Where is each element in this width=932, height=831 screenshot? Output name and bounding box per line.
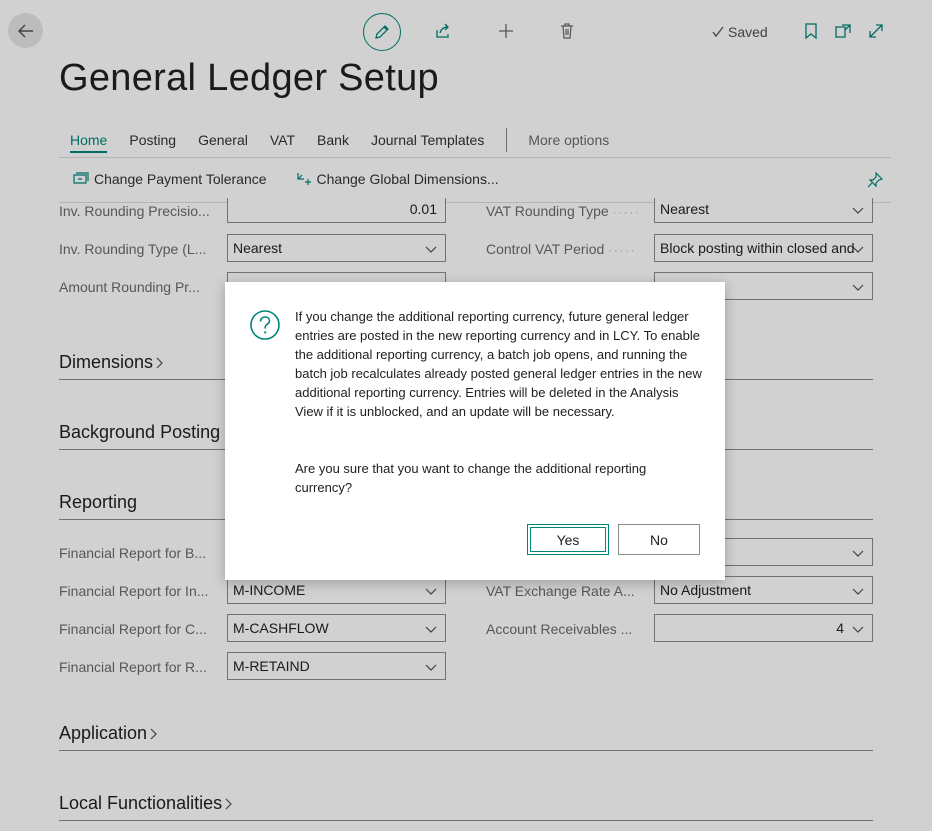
yes-button[interactable]: Yes: [527, 524, 609, 555]
confirm-dialog: If you change the additional reporting c…: [225, 282, 725, 580]
dialog-message: If you change the additional reporting c…: [295, 309, 702, 419]
page: Saved General Ledger Setup Home Posting …: [0, 0, 932, 831]
no-button[interactable]: No: [618, 524, 700, 555]
dialog-question: Are you sure that you want to change the…: [295, 461, 647, 495]
question-mark-icon: [250, 310, 280, 340]
